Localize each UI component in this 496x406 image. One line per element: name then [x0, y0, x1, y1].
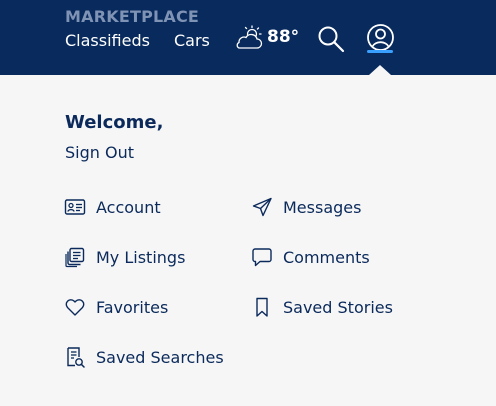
speech-bubble-icon — [251, 246, 273, 268]
account-button[interactable] — [366, 23, 395, 52]
menu-item-messages[interactable]: Messages — [251, 195, 361, 219]
sign-out-link[interactable]: Sign Out — [65, 143, 134, 162]
partly-cloudy-icon — [233, 25, 265, 51]
weather-widget[interactable]: 88° — [233, 25, 303, 53]
menu-item-comments[interactable]: Comments — [251, 245, 370, 269]
menu-item-label: Comments — [283, 247, 370, 267]
nav-link-cars[interactable]: Cars — [174, 31, 210, 50]
search-icon — [317, 26, 345, 57]
menu-item-label: Saved Searches — [96, 347, 224, 367]
section-label[interactable]: MARKETPLACE — [65, 7, 199, 26]
menu-caret — [369, 65, 391, 75]
menu-item-saved-searches[interactable]: Saved Searches — [64, 345, 224, 369]
menu-item-account[interactable]: Account — [64, 195, 161, 219]
menu-item-label: Favorites — [96, 297, 169, 317]
bookmark-icon — [251, 296, 273, 318]
menu-item-saved-stories[interactable]: Saved Stories — [251, 295, 393, 319]
menu-item-label: Account — [96, 197, 161, 217]
heart-icon — [64, 296, 86, 318]
id-card-icon — [64, 196, 86, 218]
top-navigation-bar: MARKETPLACE Classifieds Cars 88° — [0, 0, 496, 75]
active-account-indicator — [367, 50, 393, 53]
listings-stack-icon — [64, 246, 86, 268]
menu-item-favorites[interactable]: Favorites — [64, 295, 168, 319]
saved-search-document-icon — [64, 346, 86, 368]
paper-plane-icon — [251, 196, 273, 218]
menu-item-label: Messages — [283, 197, 362, 217]
menu-item-my-listings[interactable]: My Listings — [64, 245, 185, 269]
menu-item-label: Saved Stories — [283, 297, 393, 317]
user-circle-icon — [366, 24, 395, 56]
welcome-heading: Welcome, — [65, 112, 164, 133]
menu-item-label: My Listings — [96, 247, 186, 267]
weather-temperature: 88° — [267, 27, 300, 47]
search-button[interactable] — [317, 25, 345, 53]
nav-link-classifieds[interactable]: Classifieds — [65, 31, 150, 50]
